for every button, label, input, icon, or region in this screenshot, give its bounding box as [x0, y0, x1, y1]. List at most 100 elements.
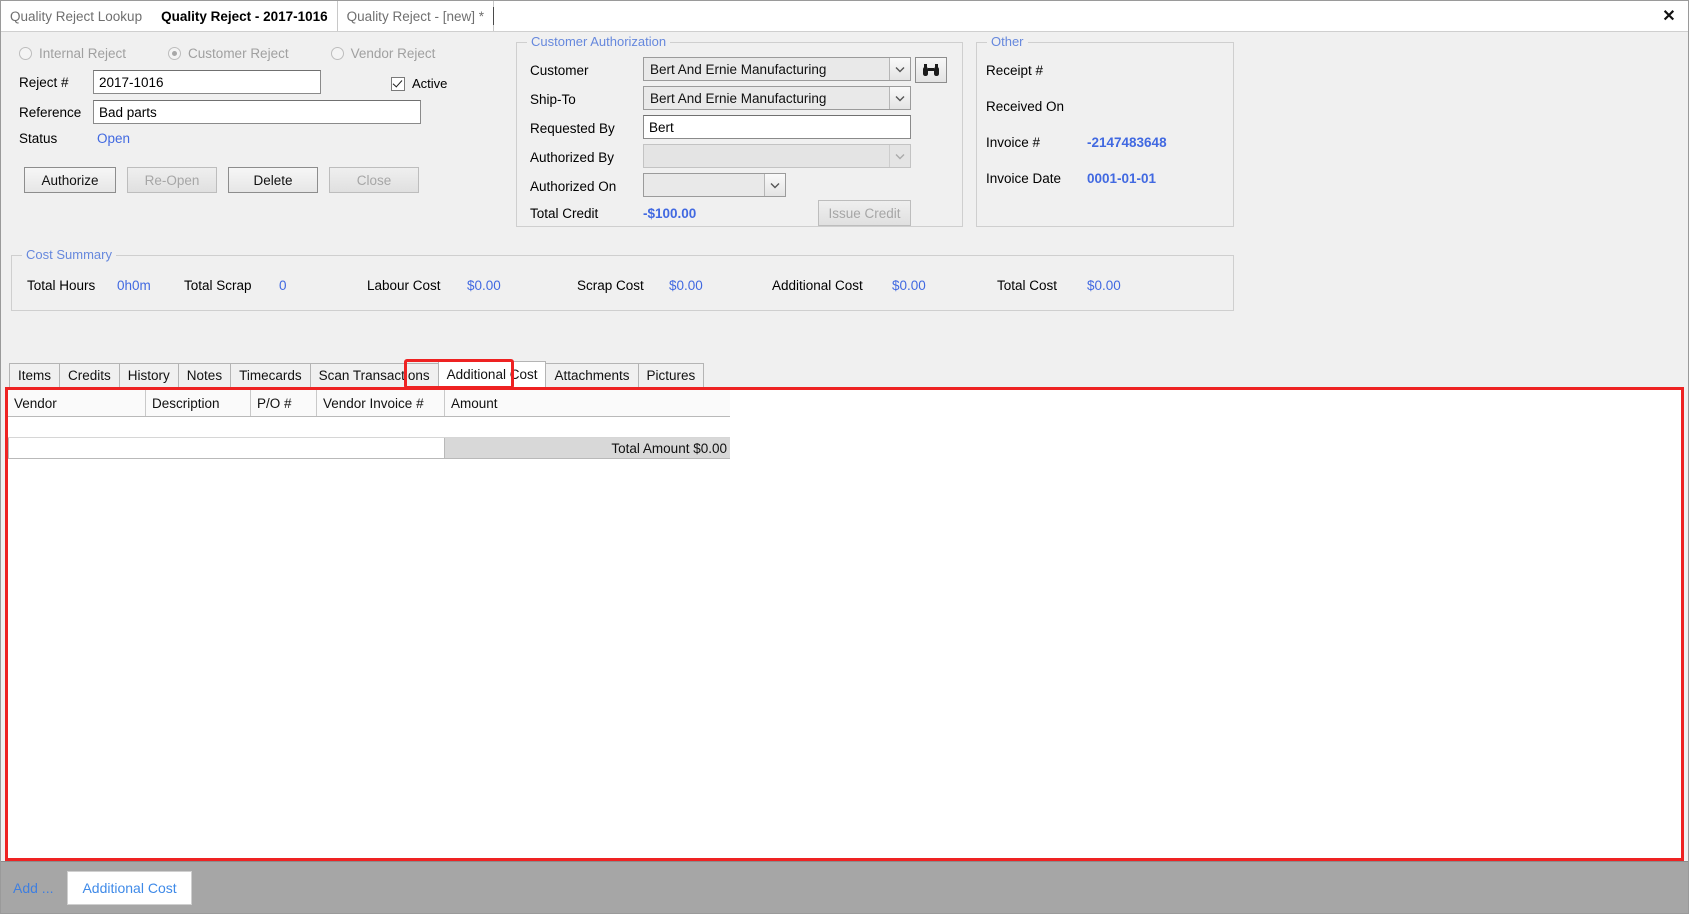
additional-cost-grid-panel: Vendor Description P/O # Vendor Invoice … — [5, 387, 1684, 861]
document-tab-quality-reject-new[interactable]: Quality Reject - [new] * — [337, 1, 494, 31]
status-label: Status — [19, 131, 58, 146]
document-tab-label: Quality Reject Lookup — [10, 8, 143, 24]
tab-notes[interactable]: Notes — [177, 363, 232, 387]
grid-total-amount: Total Amount $0.00 — [445, 438, 730, 459]
document-tab-label: Quality Reject - 2017-1016 — [161, 8, 328, 24]
tab-strip-caret — [492, 7, 497, 25]
authorized-on-label: Authorized On — [530, 179, 617, 194]
reference-input[interactable]: Bad parts — [93, 100, 421, 124]
authorize-button[interactable]: Authorize — [24, 167, 116, 193]
tab-pictures[interactable]: Pictures — [637, 363, 705, 387]
grid-header-row: Vendor Description P/O # Vendor Invoice … — [8, 390, 730, 417]
document-tab-quality-reject-2017-1016[interactable]: Quality Reject - 2017-1016 — [152, 1, 338, 31]
active-checkbox-label: Active — [412, 76, 448, 91]
customer-label: Customer — [530, 63, 589, 78]
tab-attachments[interactable]: Attachments — [545, 363, 639, 387]
tab-items[interactable]: Items — [9, 363, 61, 387]
cost-label-total-hours: Total Hours — [27, 278, 96, 293]
binoculars-icon[interactable] — [915, 57, 947, 83]
issue-credit-button[interactable]: Issue Credit — [818, 200, 911, 226]
invoice-number-value: -2147483648 — [1087, 135, 1167, 150]
total-credit-label: Total Credit — [530, 206, 599, 221]
other-group: Other Receipt # Received On Invoice # -2… — [976, 34, 1234, 227]
tab-label: Pictures — [646, 368, 696, 383]
tab-additional-cost[interactable]: Additional Cost — [437, 361, 547, 387]
cost-label-scrap-cost: Scrap Cost — [577, 278, 644, 293]
tab-label: Additional Cost — [446, 367, 538, 382]
status-value: Open — [97, 131, 131, 146]
tab-label: Scan Transactions — [318, 368, 430, 383]
tab-history[interactable]: History — [118, 363, 179, 387]
add-link[interactable]: Add ... — [13, 880, 53, 896]
total-credit-value: -$100.00 — [643, 206, 697, 221]
grid-total-row: Total Amount $0.00 — [8, 438, 730, 459]
delete-button[interactable]: Delete — [228, 167, 318, 193]
cost-value-additional-cost: $0.00 — [892, 278, 926, 293]
close-button[interactable]: Close — [329, 167, 419, 193]
tab-credits[interactable]: Credits — [59, 363, 120, 387]
reference-label: Reference — [19, 105, 82, 120]
radio-internal-reject[interactable]: Internal Reject — [19, 46, 126, 61]
close-icon[interactable]: ✕ — [1656, 1, 1682, 31]
authorized-by-combobox[interactable] — [643, 144, 911, 168]
additional-cost-grid: Vendor Description P/O # Vendor Invoice … — [8, 390, 730, 459]
shipto-combobox-value: Bert And Ernie Manufacturing — [650, 90, 827, 106]
active-checkbox-wrap[interactable]: Active — [391, 76, 447, 91]
column-header-description[interactable]: Description — [146, 390, 251, 416]
radio-label: Customer Reject — [188, 46, 289, 61]
shipto-combobox[interactable]: Bert And Ernie Manufacturing — [643, 86, 911, 110]
header-form-area: Internal Reject Customer Reject Vendor R… — [1, 32, 1688, 332]
tab-label: Timecards — [239, 368, 302, 383]
received-on-label: Received On — [986, 99, 1065, 114]
cost-summary-group: Cost Summary Total Hours 0h0m Total Scra… — [11, 247, 1234, 311]
cost-value-total-hours: 0h0m — [117, 278, 151, 293]
radio-vendor-reject[interactable]: Vendor Reject — [330, 46, 436, 61]
column-header-vendor[interactable]: Vendor — [8, 390, 146, 416]
chevron-down-icon[interactable] — [889, 87, 910, 109]
customer-authorization-title: Customer Authorization — [527, 34, 671, 49]
cost-value-labour-cost: $0.00 — [467, 278, 501, 293]
chevron-down-icon[interactable] — [764, 174, 785, 196]
column-header-vendor-invoice-number[interactable]: Vendor Invoice # — [317, 390, 445, 416]
radio-dot-icon — [330, 47, 344, 60]
add-additional-cost-button[interactable]: Additional Cost — [67, 870, 192, 905]
customer-authorization-group: Customer Authorization Customer Bert And… — [516, 34, 963, 227]
other-group-title: Other — [987, 34, 1028, 49]
radio-dot-icon — [19, 47, 32, 60]
tab-label: Credits — [68, 368, 111, 383]
radio-label: Vendor Reject — [350, 46, 436, 61]
column-header-amount[interactable]: Amount — [445, 390, 730, 416]
requested-by-label: Requested By — [530, 121, 615, 136]
invoice-date-label: Invoice Date — [986, 171, 1062, 186]
cost-label-total-scrap: Total Scrap — [184, 278, 252, 293]
tab-label: Items — [18, 368, 52, 383]
bottom-action-bar: Add ... Additional Cost — [1, 861, 1688, 913]
cost-label-additional-cost: Additional Cost — [772, 278, 863, 293]
page-tab-strip: Items Credits History Notes Timecards Sc… — [9, 361, 705, 387]
reject-number-label: Reject # — [19, 75, 69, 90]
customer-combobox[interactable]: Bert And Ernie Manufacturing — [643, 57, 911, 81]
tab-scan-transactions[interactable]: Scan Transactions — [309, 363, 439, 387]
radio-dot-icon — [168, 47, 182, 60]
document-tab-quality-reject-lookup[interactable]: Quality Reject Lookup — [1, 1, 153, 31]
tab-timecards[interactable]: Timecards — [230, 363, 311, 387]
radio-label: Internal Reject — [39, 46, 127, 61]
authorized-on-datepicker[interactable] — [643, 173, 786, 197]
invoice-number-label: Invoice # — [986, 135, 1041, 150]
reject-number-input[interactable]: 2017-1016 — [93, 70, 321, 94]
cost-label-labour-cost: Labour Cost — [367, 278, 441, 293]
radio-customer-reject[interactable]: Customer Reject — [168, 46, 289, 61]
tab-label: History — [127, 368, 170, 383]
requested-by-input[interactable]: Bert — [643, 115, 911, 139]
grid-empty-row — [8, 417, 730, 438]
checkbox-icon[interactable] — [391, 76, 405, 91]
chevron-down-icon[interactable] — [889, 145, 910, 167]
reopen-button[interactable]: Re-Open — [127, 167, 217, 193]
shipto-label: Ship-To — [530, 92, 576, 107]
cost-label-total-cost: Total Cost — [997, 278, 1058, 293]
authorized-by-label: Authorized By — [530, 150, 615, 165]
receipt-number-label: Receipt # — [986, 63, 1044, 78]
cost-summary-title: Cost Summary — [22, 247, 116, 262]
column-header-po-number[interactable]: P/O # — [251, 390, 317, 416]
chevron-down-icon[interactable] — [889, 58, 910, 80]
